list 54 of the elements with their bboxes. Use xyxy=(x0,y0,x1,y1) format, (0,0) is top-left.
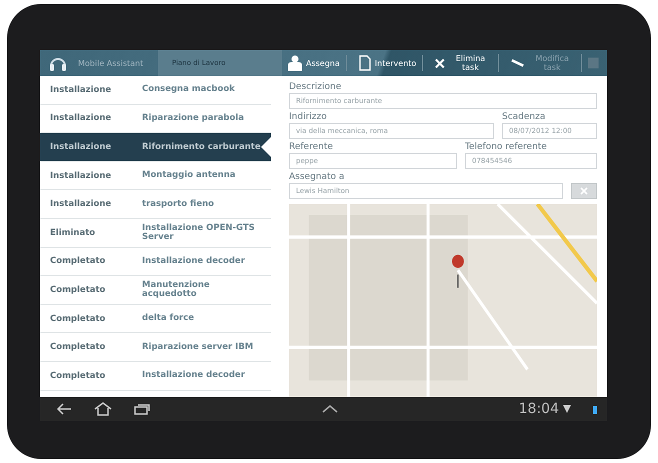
action-button[interactable]: Assegna xyxy=(282,55,347,71)
battery-icon xyxy=(593,404,597,414)
field-label: Scadenza xyxy=(502,112,546,122)
task-status: Installazione xyxy=(50,199,112,210)
task-title: delta force xyxy=(142,314,196,323)
field-label: Referente xyxy=(289,142,334,152)
task-title: Installazione OPEN-GTS Server xyxy=(142,224,256,242)
field-label: Indirizzo xyxy=(289,112,328,122)
task-title: Rifornimento carburante xyxy=(142,142,262,152)
action-button[interactable]: Elimina task xyxy=(429,54,499,72)
task-status: Completato xyxy=(50,342,106,352)
task-title: Montaggio antenna xyxy=(142,171,236,180)
task-row[interactable]: Completato delta force xyxy=(40,304,271,334)
task-title: Riparazione parabola xyxy=(142,114,246,123)
selection-notch-icon xyxy=(261,137,271,158)
task-title: Consegna macbook xyxy=(142,85,236,94)
page-icon xyxy=(358,55,371,71)
task-title: Installazione decoder xyxy=(142,371,246,380)
field-label: Assegnato a xyxy=(289,172,346,182)
task-row[interactable]: Installazione trasporto fieno xyxy=(40,190,271,219)
caret-icon[interactable] xyxy=(322,405,338,413)
task-status: Completato xyxy=(50,256,106,266)
task-row[interactable]: Completato Riparazione server IBM xyxy=(40,333,271,362)
task-status: Eliminato xyxy=(50,228,96,238)
person-icon xyxy=(288,55,302,71)
wifi-icon xyxy=(563,404,571,414)
task-status: Completato xyxy=(50,314,106,324)
home-icon[interactable] xyxy=(94,402,112,416)
task-status: Installazione xyxy=(50,170,112,181)
task-row[interactable]: Installazione Montaggio antenna xyxy=(40,162,271,190)
close-icon xyxy=(435,58,445,68)
field-label: Telefono referente xyxy=(465,142,548,152)
task-status: Completato xyxy=(50,284,106,295)
app-title: Mobile Assistant xyxy=(78,58,144,68)
field-label: Descrizione xyxy=(289,82,342,92)
task-title: Manutenzione acquedotto xyxy=(142,281,211,299)
task-row[interactable]: Installazione Consegna macbook xyxy=(40,76,271,105)
task-status: Installazione xyxy=(50,142,112,152)
close-icon xyxy=(580,187,588,195)
task-row[interactable]: Completato Manutenzione acquedotto xyxy=(40,276,271,305)
task-row[interactable]: Completato Installazione decoder xyxy=(40,362,271,391)
recent-apps-icon[interactable] xyxy=(134,403,150,415)
task-title: Installazione decoder xyxy=(142,256,246,266)
task-row[interactable]: Installazione Rifornimento carburante xyxy=(40,133,271,162)
action-button[interactable]: Intervento xyxy=(352,55,424,71)
clock-time: 18:04 xyxy=(518,401,559,417)
task-row[interactable]: Completato Installazione decoder xyxy=(40,248,271,276)
back-icon[interactable] xyxy=(56,403,72,415)
task-title: Riparazione server IBM xyxy=(142,342,254,352)
task-status: Completato xyxy=(50,370,106,381)
task-row[interactable]: Eliminato Installazione OPEN-GTS Server xyxy=(40,218,271,248)
task-title: trasporto fieno xyxy=(142,200,215,209)
task-status: Installazione xyxy=(50,113,112,124)
task-status: Installazione xyxy=(50,84,112,95)
